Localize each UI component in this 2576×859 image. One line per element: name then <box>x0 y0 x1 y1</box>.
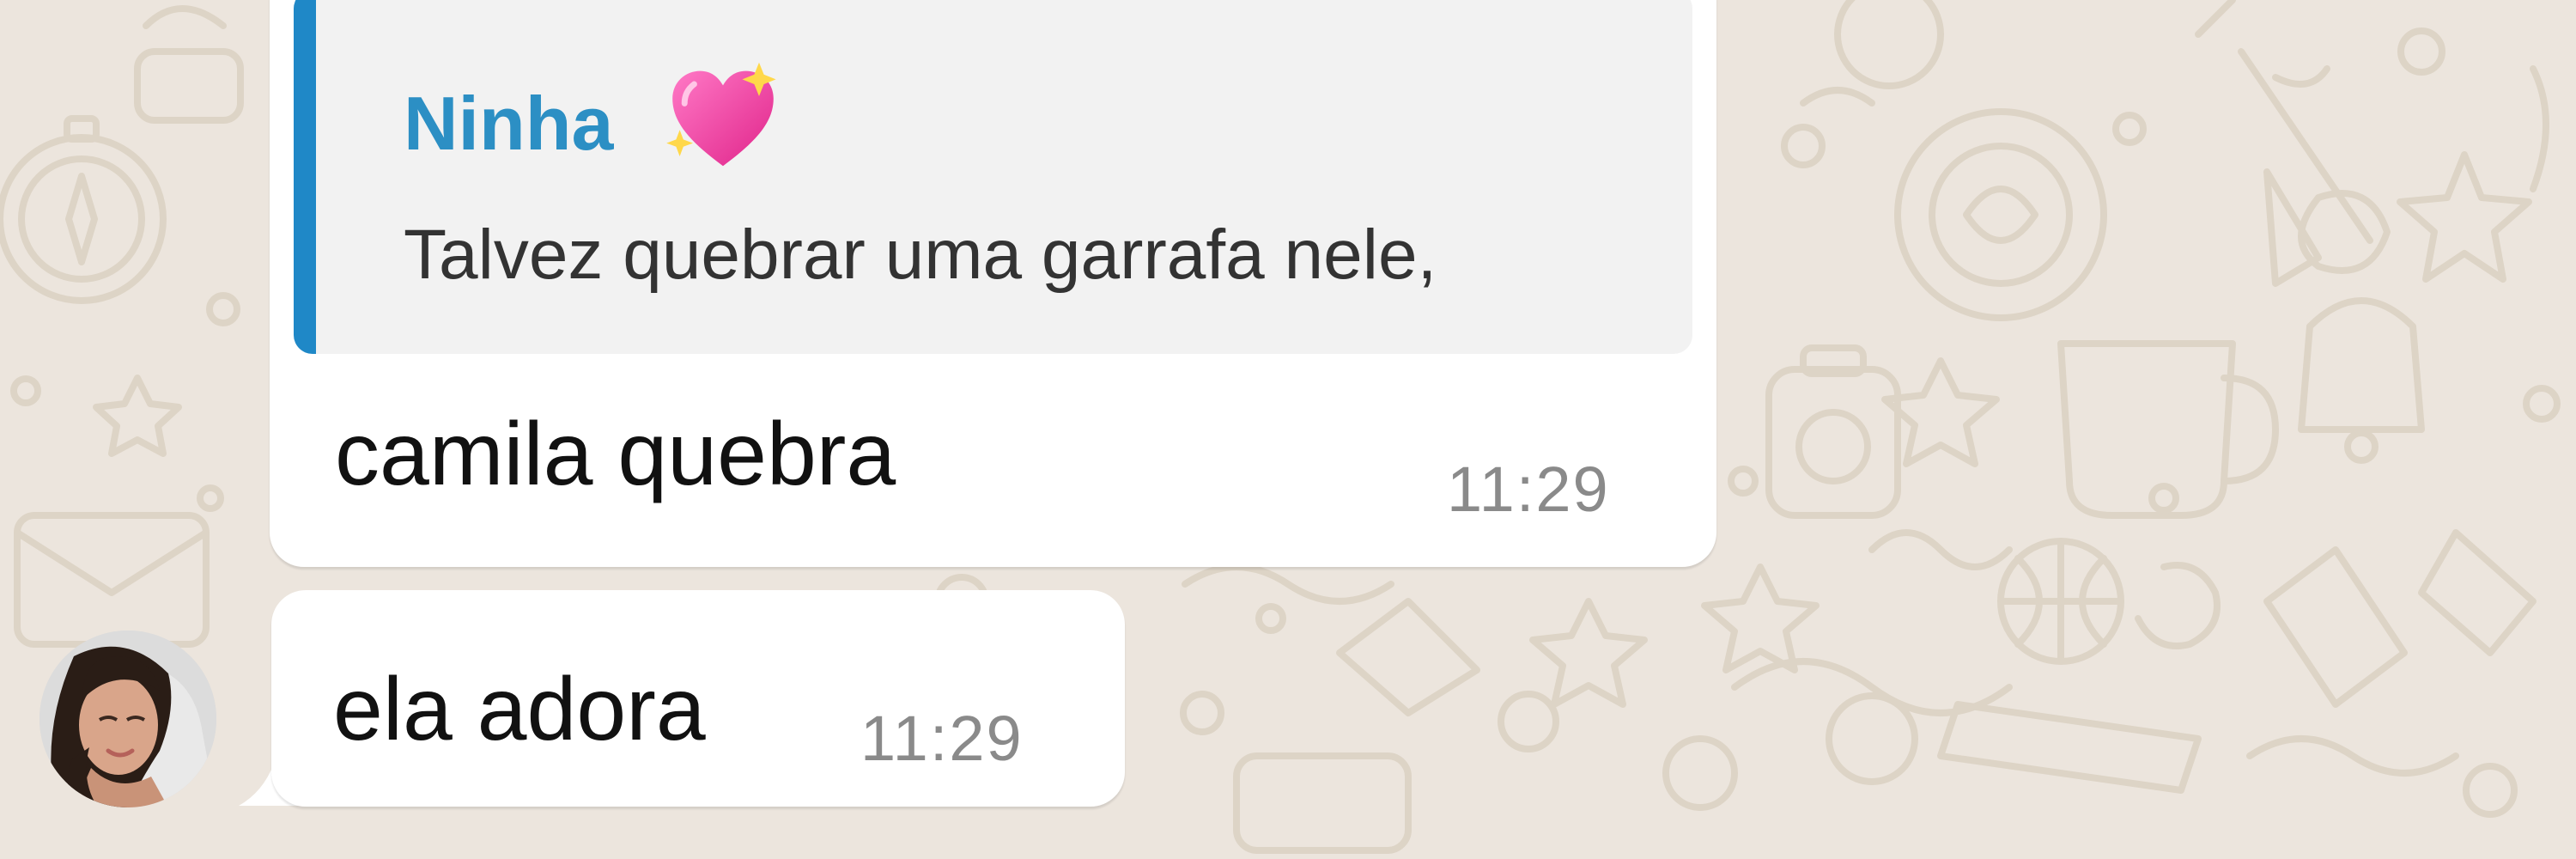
message-text: camila quebra <box>335 405 896 504</box>
quoted-message-text: Talvez quebrar uma garrafa nele, <box>404 216 1437 294</box>
message-timestamp: 11:29 <box>860 703 1024 774</box>
avatar-photo <box>39 631 216 807</box>
message-text: ela adora <box>333 660 706 759</box>
sparkling-heart-icon <box>666 62 776 167</box>
message-bubble-reply[interactable]: Ninha Talvez quebrar uma garrafa nele, c… <box>270 0 1716 567</box>
quoted-message[interactable]: Ninha Talvez quebrar uma garrafa nele, <box>294 0 1692 354</box>
sender-avatar[interactable] <box>39 631 216 807</box>
quoted-sender-name: Ninha <box>404 81 614 166</box>
message-bubble[interactable]: ela adora 11:29 <box>271 590 1125 807</box>
quote-accent-bar <box>294 0 316 354</box>
message-timestamp: 11:29 <box>1447 454 1610 525</box>
